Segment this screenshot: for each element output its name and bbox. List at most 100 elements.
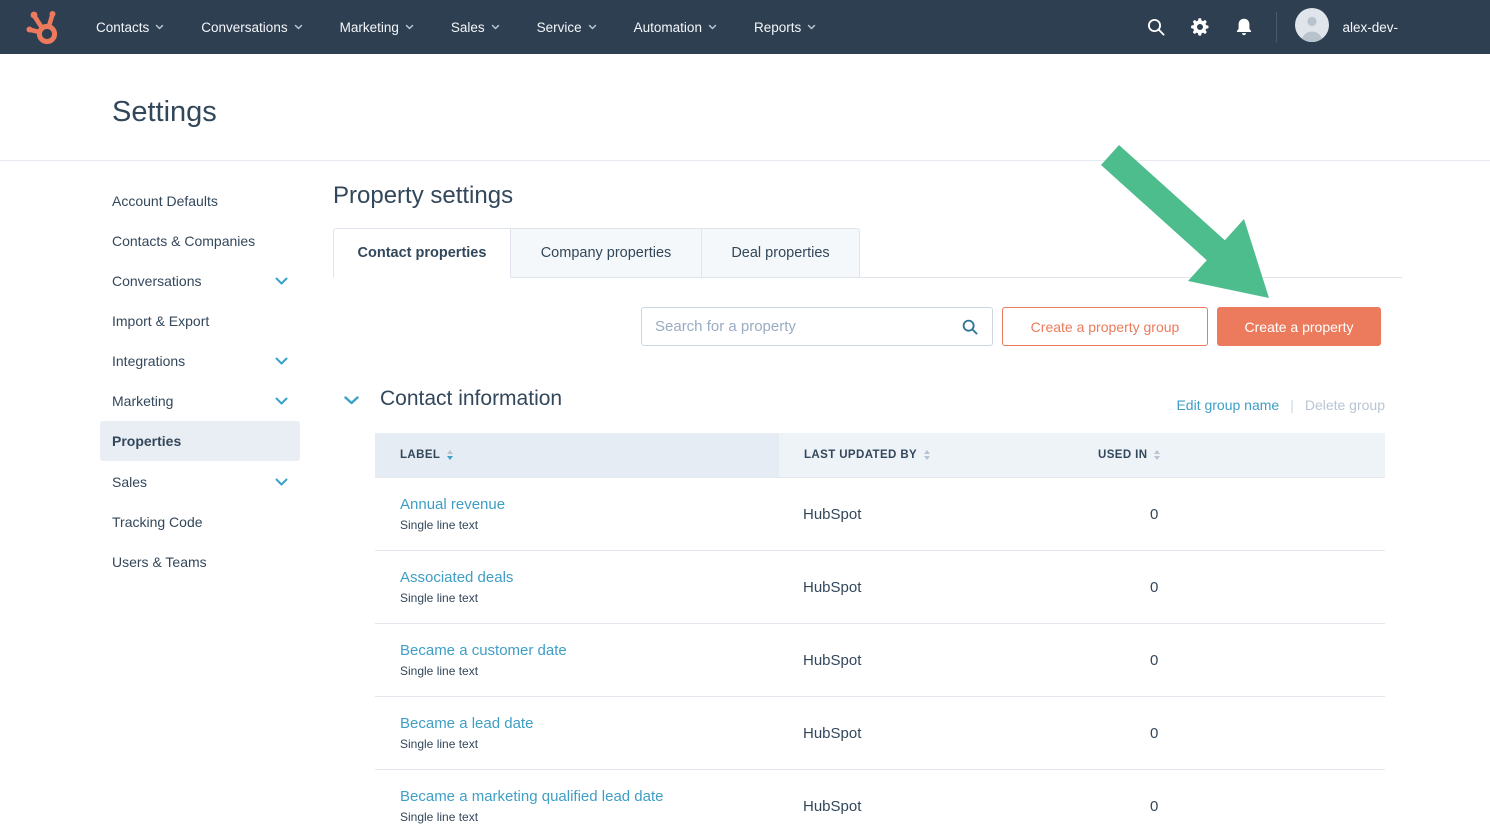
tab-contact-properties[interactable]: Contact properties xyxy=(333,228,511,278)
gear-icon[interactable] xyxy=(1178,0,1222,54)
property-cell: Became a marketing qualified lead date Si… xyxy=(375,788,779,824)
sort-arrows-icon[interactable] xyxy=(924,450,930,460)
nav-item-automation[interactable]: Automation xyxy=(634,20,717,35)
sidebar-item-label: Marketing xyxy=(112,393,173,409)
search-icon[interactable] xyxy=(1134,0,1178,54)
sidebar-item-sales[interactable]: Sales xyxy=(100,462,300,502)
nav-item-label: Reports xyxy=(754,20,801,35)
properties-table: LABEL LAST UPDATED BY USED IN Annual reven… xyxy=(375,433,1385,831)
column-label: LABEL xyxy=(400,449,440,461)
tab-deal-properties[interactable]: Deal properties xyxy=(702,228,860,278)
property-name-link[interactable]: Became a marketing qualified lead date xyxy=(400,788,779,805)
nav-right: alex-dev- xyxy=(1134,0,1490,54)
settings-sidebar: Account Defaults Contacts & Companies Conv… xyxy=(100,181,300,582)
sort-down-icon xyxy=(1154,456,1160,460)
sidebar-item-users-teams[interactable]: Users & Teams xyxy=(100,542,300,582)
table-header: LABEL LAST UPDATED BY USED IN xyxy=(375,433,1385,478)
search-icon[interactable] xyxy=(961,318,979,336)
navbar-divider xyxy=(1276,12,1277,42)
sort-down-icon xyxy=(924,456,930,460)
section-title: Property settings xyxy=(333,182,513,210)
property-name-link[interactable]: Became a lead date xyxy=(400,715,779,732)
used-in-cell: 0 xyxy=(1073,798,1385,815)
column-header-label[interactable]: LABEL xyxy=(375,433,779,477)
property-search xyxy=(641,307,993,346)
nav-item-service[interactable]: Service xyxy=(537,20,597,35)
nav-item-label: Contacts xyxy=(96,20,149,35)
nav-item-marketing[interactable]: Marketing xyxy=(340,20,414,35)
property-name-link[interactable]: Became a customer date xyxy=(400,642,779,659)
nav-item-sales[interactable]: Sales xyxy=(451,20,500,35)
property-type-label: Single line text xyxy=(400,518,779,532)
sidebar-item-label: Properties xyxy=(112,433,181,449)
used-in-cell: 0 xyxy=(1073,579,1385,596)
create-property-group-button[interactable]: Create a property group xyxy=(1002,307,1208,346)
last-updated-by-cell: HubSpot xyxy=(779,579,1073,596)
property-type-label: Single line text xyxy=(400,737,779,751)
table-row: Annual revenueSingle line textHubSpot0 xyxy=(375,478,1385,551)
sidebar-item-label: Account Defaults xyxy=(112,193,218,209)
sidebar-item-label: Tracking Code xyxy=(112,514,203,530)
sidebar-item-tracking-code[interactable]: Tracking Code xyxy=(100,502,300,542)
group-title: Contact information xyxy=(380,387,562,411)
sidebar-item-import-export[interactable]: Import & Export xyxy=(100,301,300,341)
sidebar-item-marketing[interactable]: Marketing xyxy=(100,381,300,421)
last-updated-by-cell: HubSpot xyxy=(779,725,1073,742)
chevron-down-icon xyxy=(588,24,597,30)
sidebar-item-conversations[interactable]: Conversations xyxy=(100,261,300,301)
table-body: Annual revenueSingle line textHubSpot0As… xyxy=(375,478,1385,831)
sort-arrows-icon[interactable] xyxy=(447,450,453,460)
column-label: USED IN xyxy=(1098,449,1147,461)
group-links: Edit group name | Delete group xyxy=(1176,397,1385,413)
property-type-label: Single line text xyxy=(400,591,779,605)
links-separator: | xyxy=(1290,397,1294,413)
sort-down-icon xyxy=(447,456,453,460)
table-row: Associated deals Single line textHubSpot0 xyxy=(375,551,1385,624)
sort-up-icon xyxy=(1154,450,1160,454)
property-type-label: Single line text xyxy=(400,664,779,678)
sidebar-item-properties[interactable]: Properties xyxy=(100,421,300,461)
tab-company-properties[interactable]: Company properties xyxy=(511,228,702,278)
search-input[interactable] xyxy=(655,318,961,335)
delete-group-link: Delete group xyxy=(1305,397,1385,413)
chevron-down-icon xyxy=(491,24,500,30)
property-cell: Became a lead date Single line text xyxy=(375,715,779,751)
sidebar-item-integrations[interactable]: Integrations xyxy=(100,341,300,381)
edit-group-name-link[interactable]: Edit group name xyxy=(1176,397,1279,413)
property-tabs: Contact propertiesCompany propertiesDeal… xyxy=(333,228,860,278)
nav-item-reports[interactable]: Reports xyxy=(754,20,816,35)
chevron-down-icon xyxy=(275,277,288,285)
sidebar-item-contacts-companies[interactable]: Contacts & Companies xyxy=(100,221,300,261)
chevron-down-icon xyxy=(275,478,288,486)
username: alex-dev- xyxy=(1342,20,1398,35)
sort-up-icon xyxy=(924,450,930,454)
property-name-link[interactable]: Associated deals xyxy=(400,569,779,586)
sidebar-item-account-defaults[interactable]: Account Defaults xyxy=(100,181,300,221)
sidebar-item-label: Users & Teams xyxy=(112,554,207,570)
property-type-label: Single line text xyxy=(400,810,779,824)
nav-item-label: Marketing xyxy=(340,20,399,35)
account-menu[interactable]: alex-dev- xyxy=(1295,8,1398,47)
nav-item-label: Automation xyxy=(634,20,702,35)
property-name-link[interactable]: Annual revenue xyxy=(400,496,779,513)
column-header-used-in[interactable]: USED IN xyxy=(1073,433,1385,477)
nav-item-contacts[interactable]: Contacts xyxy=(96,20,164,35)
collapse-group-chevron-icon[interactable] xyxy=(344,392,359,410)
top-navbar: Contacts Conversations Marketing Sales Servi… xyxy=(0,0,1490,54)
sidebar-item-label: Conversations xyxy=(112,273,202,289)
column-label: LAST UPDATED BY xyxy=(804,449,917,461)
sort-arrows-icon[interactable] xyxy=(1154,450,1160,460)
page-title: Settings xyxy=(112,96,217,129)
chevron-down-icon xyxy=(294,24,303,30)
create-property-button[interactable]: Create a property xyxy=(1217,307,1381,346)
nav-menu: Contacts Conversations Marketing Sales Servi… xyxy=(96,20,816,35)
settings-page: Contacts Conversations Marketing Sales Servi… xyxy=(0,0,1490,831)
bell-icon[interactable] xyxy=(1222,0,1266,54)
chevron-down-icon xyxy=(275,357,288,365)
table-row: Became a marketing qualified lead date Si… xyxy=(375,770,1385,831)
chevron-down-icon xyxy=(405,24,414,30)
hubspot-sprocket-icon[interactable] xyxy=(21,5,63,49)
chevron-down-icon xyxy=(275,397,288,405)
column-header-last-updated-by[interactable]: LAST UPDATED BY xyxy=(779,433,1073,477)
nav-item-conversations[interactable]: Conversations xyxy=(201,20,302,35)
